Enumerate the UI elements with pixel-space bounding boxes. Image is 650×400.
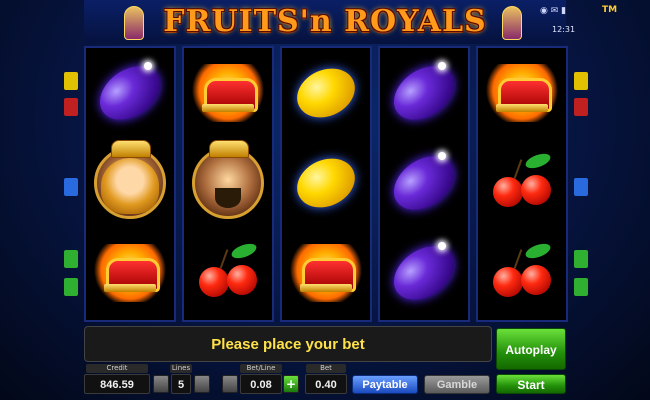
trademark-label: TM <box>602 5 618 15</box>
lemon-icon <box>289 59 363 127</box>
sparkle-icon <box>144 62 152 70</box>
reel-cell <box>282 228 370 318</box>
payline-marker-right <box>574 250 588 268</box>
reel-cell <box>380 228 468 318</box>
status-message: Please place your bet <box>211 336 365 353</box>
reel-cell <box>86 48 174 138</box>
payline-marker-left <box>64 98 78 116</box>
sparkle-icon <box>438 62 446 70</box>
payline-marker-left <box>64 278 78 296</box>
lines-value: 5 <box>171 374 191 394</box>
credit-label: Credit <box>86 364 148 373</box>
reel-5 <box>476 46 568 322</box>
bet-line-increase-button[interactable]: + <box>283 375 299 393</box>
bet-line-decrease-button[interactable] <box>222 375 238 393</box>
plum-icon <box>89 55 171 131</box>
king-logo-icon <box>502 6 522 40</box>
bet-line-label: Bet/Line <box>240 364 282 373</box>
reel-cell <box>478 48 566 138</box>
lines-increase-button[interactable] <box>194 375 210 393</box>
crown-icon <box>290 244 362 302</box>
payline-marker-left <box>64 250 78 268</box>
plum-icon <box>383 55 465 131</box>
payline-marker-right <box>574 278 588 296</box>
reel-cell <box>478 138 566 228</box>
payline-marker-right <box>574 178 588 196</box>
cherries-icon <box>193 240 263 303</box>
cherries-icon <box>487 150 557 213</box>
bet-label: Bet <box>306 364 346 373</box>
king-icon <box>192 140 264 219</box>
plum-icon <box>383 235 465 311</box>
reel-cell <box>86 138 174 228</box>
reel-3 <box>280 46 372 322</box>
lemon-icon <box>289 149 363 217</box>
reel-cell <box>380 48 468 138</box>
crown-icon <box>486 64 558 122</box>
message-box: Please place your bet <box>84 326 492 362</box>
cherries-icon <box>487 240 557 303</box>
lines-decrease-button[interactable] <box>153 375 169 393</box>
payline-marker-right <box>574 98 588 116</box>
game-logo: FRUITS'n ROYALS <box>163 4 487 39</box>
reel-2 <box>182 46 274 322</box>
game-screen: FRUITS'n ROYALS TM ◉ ✉ ▮ 12:31 Please pl… <box>0 0 650 400</box>
reel-1 <box>84 46 176 322</box>
bet-line-value: 0.08 <box>240 374 282 394</box>
plum-icon <box>383 145 465 221</box>
sparkle-icon <box>438 242 446 250</box>
reel-cell <box>184 228 272 318</box>
payline-marker-left <box>64 72 78 90</box>
title-bar: FRUITS'n ROYALS TM <box>84 0 617 44</box>
autoplay-button[interactable]: Autoplay <box>496 328 566 370</box>
reel-cell <box>380 138 468 228</box>
system-status-icons: ◉ ✉ ▮ <box>540 6 567 16</box>
sparkle-icon <box>438 152 446 160</box>
lines-label: Lines <box>170 364 192 373</box>
reel-cell <box>282 48 370 138</box>
reel-cell <box>86 228 174 318</box>
reel-4 <box>378 46 470 322</box>
start-button[interactable]: Start <box>496 374 566 394</box>
crown-icon <box>94 244 166 302</box>
clock: 12:31 <box>552 25 576 34</box>
gamble-button[interactable]: Gamble <box>424 375 490 394</box>
payline-marker-right <box>574 72 588 90</box>
paytable-button[interactable]: Paytable <box>352 375 418 394</box>
crown-icon <box>192 64 264 122</box>
reel-cell <box>184 48 272 138</box>
bet-value: 0.40 <box>305 374 347 394</box>
reel-cell <box>282 138 370 228</box>
payline-marker-left <box>64 178 78 196</box>
reel-cell <box>184 138 272 228</box>
queen-icon <box>94 140 166 219</box>
credit-value: 846.59 <box>84 374 150 394</box>
reel-cell <box>478 228 566 318</box>
